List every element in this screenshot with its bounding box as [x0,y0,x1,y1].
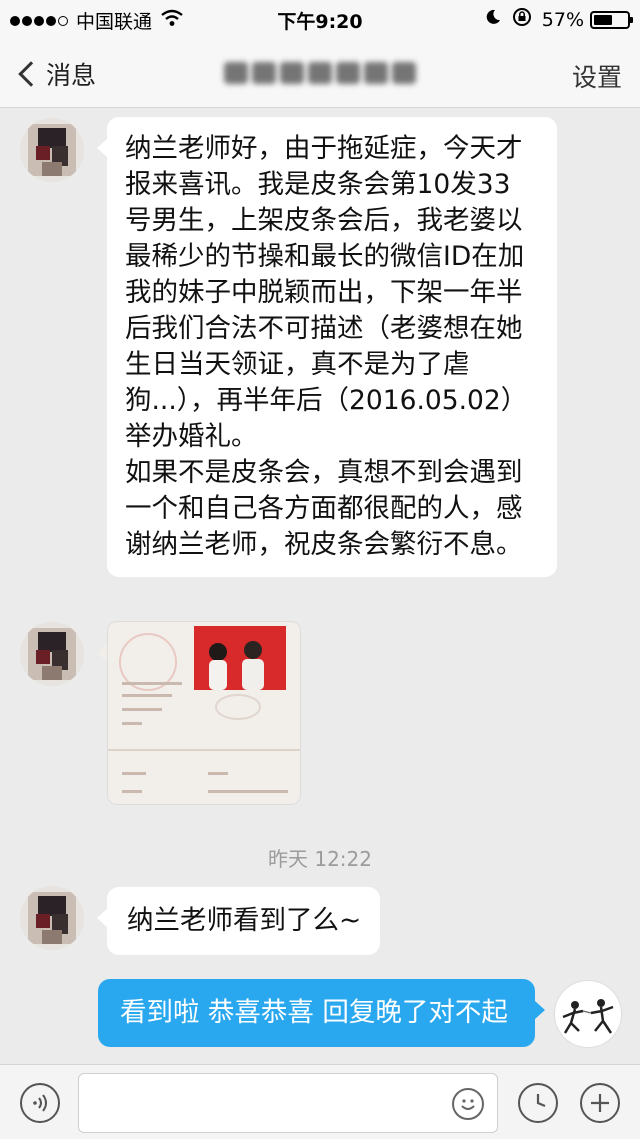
battery-fill [594,14,612,25]
image-message-certificate[interactable] [107,621,301,805]
history-button[interactable] [518,1083,558,1123]
blurred-text [364,62,388,84]
message-line: 狗...），再半年后（2016.05.02） [125,385,528,416]
more-button[interactable] [580,1083,620,1123]
message-line: 如果不是皮条会，真想不到会遇到 [125,457,523,488]
message-line: 最稀少的节操和最长的微信ID在加 [125,241,525,272]
battery-icon [590,10,633,29]
smiley-icon [461,1099,475,1110]
avatar-image [562,999,614,1034]
back-label: 消息 [46,61,97,90]
plus-icon [591,1094,609,1112]
message-line: 报来喜讯。我是皮条会第10发33 [125,169,511,200]
message-input[interactable] [78,1073,498,1133]
sent-message[interactable]: 看到啦 恭喜恭喜 回复晚了对不起 [98,979,545,1047]
voice-button[interactable] [20,1083,60,1123]
received-message[interactable]: 纳兰老师好，由于拖延症，今天才 报来喜讯。我是皮条会第10发33 号男生，上架皮… [97,117,557,577]
contact-avatar[interactable] [20,622,84,686]
chevron-left-icon [18,61,44,87]
status-bar: 中国联通 下午9:20 57% [0,0,640,36]
certificate-image [108,622,300,804]
rotation-lock-icon [512,7,532,32]
conversation-title-blurred [220,58,420,88]
settings-button[interactable]: 设置 [572,58,622,94]
blurred-text [336,62,360,84]
blurred-text [252,62,276,84]
message-line: 生日当天领证，真不是为了虐 [125,349,470,380]
input-bar [0,1064,640,1139]
contact-avatar[interactable] [20,118,84,182]
message-line: 我的妹子中脱颖而出，下架一年半 [125,277,523,308]
contact-avatar[interactable] [20,886,84,950]
clock-icon [536,1094,546,1108]
emoji-button[interactable] [452,1088,484,1120]
nav-bar: 消息 设置 [0,36,640,108]
message-line: 后我们合法不可描述（老婆想在她 [125,313,523,344]
message-line: 一个和自己各方面都很配的人，感 [125,493,523,524]
message-line: 纳兰老师好，由于拖延症，今天才 [125,133,523,164]
status-indicators: 57% [484,7,633,32]
received-message[interactable]: 纳兰老师看到了么~ [97,887,380,955]
message-line: 号男生，上架皮条会后，我老婆以 [125,205,523,236]
blurred-text [308,62,332,84]
message-text: 看到啦 恭喜恭喜 回复晚了对不起 [120,997,508,1028]
message-line: 谢纳兰老师，祝皮条会繁衍不息。 [125,529,523,560]
my-avatar[interactable] [554,980,622,1048]
bubble-arrow [97,644,107,662]
moon-icon [484,8,502,31]
back-button[interactable]: 消息 [16,56,96,92]
voice-icon [33,1094,47,1112]
blurred-text [224,62,248,84]
blurred-text [392,62,416,84]
message-text: 纳兰老师看到了么~ [127,905,362,936]
blurred-text [280,62,304,84]
message-timestamp: 昨天 12:22 [268,847,372,871]
battery-percent: 57% [541,8,584,31]
message-line: 举办婚礼。 [125,421,258,452]
